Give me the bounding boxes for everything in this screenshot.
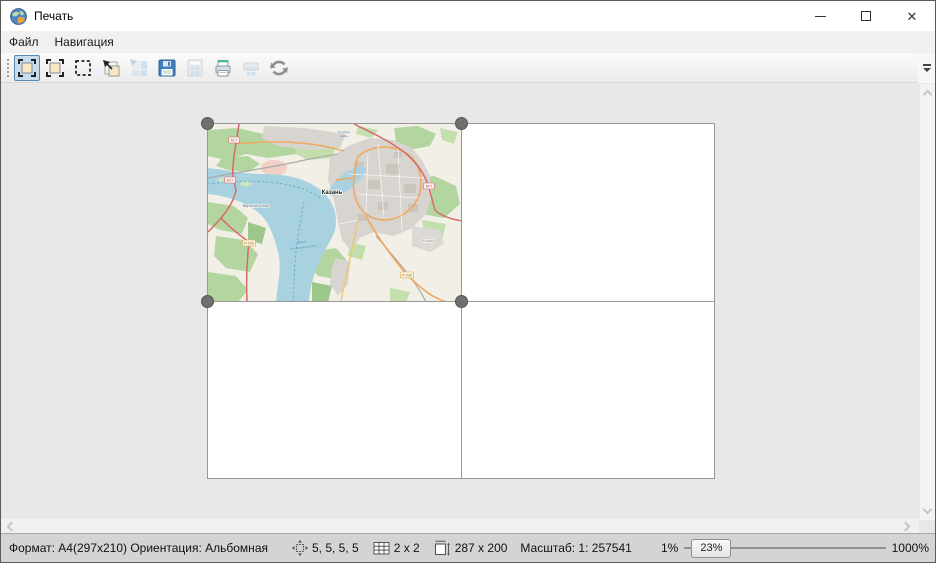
scroll-down-icon[interactable] xyxy=(923,505,933,515)
maximize-button[interactable] xyxy=(843,1,889,31)
sheet-size-icon xyxy=(434,540,451,556)
zoom-track-right[interactable] xyxy=(731,547,885,549)
print-icon xyxy=(213,58,233,78)
zoom-track-left[interactable] xyxy=(684,547,691,549)
print-tiles-icon xyxy=(241,58,261,78)
map-reserve-label: озёра xyxy=(340,134,348,138)
scroll-right-icon[interactable] xyxy=(901,522,911,532)
minimize-button[interactable] xyxy=(797,1,843,31)
map-preview[interactable]: М-7 М-7 М-7 Р-239 Р-239 Казань Верхний У… xyxy=(208,124,462,302)
resize-handle-top-right[interactable] xyxy=(455,117,468,130)
globe-icon xyxy=(10,8,27,25)
sheet-size-status: 287 x 200 xyxy=(434,540,508,556)
print-button[interactable] xyxy=(210,55,236,81)
map-svg: М-7 М-7 М-7 Р-239 Р-239 Казань Верхний У… xyxy=(208,124,462,302)
zoom-slider-thumb[interactable]: 23% xyxy=(691,539,731,558)
menu-file[interactable]: Файл xyxy=(1,31,47,53)
road-shield: М-7 xyxy=(426,184,432,188)
print-window: Печать ✕ Файл Навигация xyxy=(0,0,936,563)
select-frame-icon xyxy=(73,58,93,78)
save-tiles-button[interactable] xyxy=(182,55,208,81)
sheet-size-value: 287 x 200 xyxy=(455,541,508,555)
fit-frame-icon xyxy=(45,58,65,78)
title-bar: Печать ✕ xyxy=(1,1,935,31)
resize-handle-bottom-left[interactable] xyxy=(201,295,214,308)
print-tiles-button[interactable] xyxy=(238,55,264,81)
sheet-cell-3[interactable] xyxy=(208,302,461,479)
menu-bar: Файл Навигация xyxy=(1,31,935,53)
menu-navigation[interactable]: Навигация xyxy=(47,31,122,53)
zoom-slider: 1% 23% 1000% xyxy=(661,539,929,558)
toolbar xyxy=(1,53,935,83)
grid-value: 2 x 2 xyxy=(394,541,420,555)
toolbar-overflow-button[interactable] xyxy=(918,53,935,83)
scroll-up-icon[interactable] xyxy=(923,90,933,100)
select-frame-button[interactable] xyxy=(70,55,96,81)
map-settlement-label: Верхний Услон xyxy=(243,204,270,208)
save-icon xyxy=(157,58,177,78)
save-tiles-icon xyxy=(185,58,205,78)
road-shield: М-7 xyxy=(227,178,233,182)
status-bar: Формат: A4(297x210) Ориентация: Альбомна… xyxy=(1,533,935,562)
move-frame-icon xyxy=(101,58,121,78)
road-shield: Р-239 xyxy=(402,273,412,277)
window-title: Печать xyxy=(34,9,73,23)
resize-handle-top-left[interactable] xyxy=(201,117,214,130)
save-button[interactable] xyxy=(154,55,180,81)
close-button[interactable]: ✕ xyxy=(889,1,935,31)
margins-icon xyxy=(292,540,308,556)
scroll-left-icon[interactable] xyxy=(7,522,17,532)
sheet-cell-4[interactable] xyxy=(462,302,715,479)
vertical-scrollbar[interactable] xyxy=(920,84,936,520)
grid-status: 2 x 2 xyxy=(373,540,420,556)
print-preview-canvas: М-7 М-7 М-7 Р-239 Р-239 Казань Верхний У… xyxy=(1,84,936,535)
split-tiles-button[interactable] xyxy=(126,55,152,81)
fit-map-to-sheet-button[interactable] xyxy=(14,55,40,81)
scale-status: Масштаб: 1: 257541 xyxy=(520,541,631,555)
move-frame-button[interactable] xyxy=(98,55,124,81)
fit-map-to-frame-button[interactable] xyxy=(42,55,68,81)
grid-icon xyxy=(373,540,390,556)
sheet-cell-2[interactable] xyxy=(462,124,715,301)
margins-value: 5, 5, 5, 5 xyxy=(312,541,359,555)
road-shield: М-7 xyxy=(231,138,237,142)
road-shield: Р-239 xyxy=(244,241,254,245)
close-icon: ✕ xyxy=(907,10,918,23)
margins-status: 5, 5, 5, 5 xyxy=(292,540,359,556)
overflow-icon xyxy=(923,64,931,66)
zoom-max-label: 1000% xyxy=(892,541,929,555)
maximize-icon xyxy=(861,11,871,21)
refresh-icon xyxy=(269,58,289,78)
minimize-icon xyxy=(815,16,826,17)
fit-sheet-icon xyxy=(17,58,37,78)
tiles-icon xyxy=(129,58,149,78)
refresh-button[interactable] xyxy=(266,55,292,81)
zoom-min-label: 1% xyxy=(661,541,678,555)
map-settlement-label: Куюки xyxy=(423,239,434,243)
resize-handle-bottom-right[interactable] xyxy=(455,295,468,308)
format-status: Формат: A4(297x210) Ориентация: Альбомна… xyxy=(9,541,268,555)
sheet-grid: М-7 М-7 М-7 Р-239 Р-239 Казань Верхний У… xyxy=(207,123,715,479)
toolbar-grip[interactable] xyxy=(5,57,10,79)
map-city-label: Казань xyxy=(322,190,343,196)
